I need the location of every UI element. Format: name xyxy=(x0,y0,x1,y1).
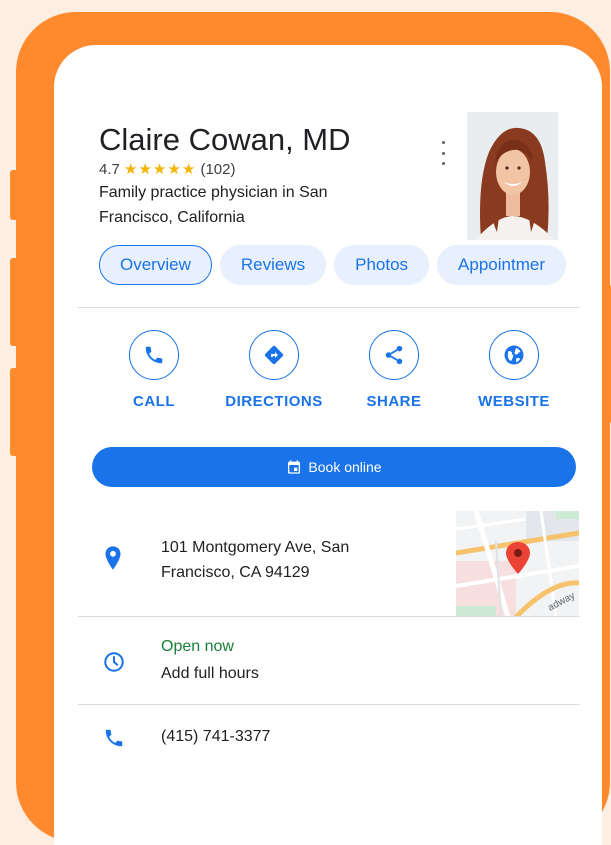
book-online-button[interactable]: Book online xyxy=(92,447,576,487)
address-text[interactable]: 101 Montgomery Ave, San Francisco, CA 94… xyxy=(161,535,391,585)
divider xyxy=(78,307,580,308)
phone-number[interactable]: (415) 741-3377 xyxy=(161,728,270,746)
call-label: CALL xyxy=(133,393,175,410)
tab-appointments[interactable]: Appointmer xyxy=(437,245,566,285)
action-row: CALL DIRECTIONS SHARE WEBSITE xyxy=(94,330,574,410)
share-label: SHARE xyxy=(366,393,422,410)
doctor-description: Family practice physician in San Francis… xyxy=(99,184,328,226)
call-button[interactable]: CALL xyxy=(94,330,214,410)
doctor-name: Claire Cowan, MD xyxy=(99,122,351,157)
rating-row: 4.7 ★★★★★ (102) xyxy=(99,160,235,178)
website-button[interactable]: WEBSITE xyxy=(454,330,574,410)
directions-button[interactable]: DIRECTIONS xyxy=(214,330,334,410)
rating-value: 4.7 xyxy=(99,161,120,178)
divider xyxy=(78,704,580,705)
globe-icon xyxy=(489,330,539,380)
tab-overview[interactable]: Overview xyxy=(99,245,212,285)
share-button[interactable]: SHARE xyxy=(334,330,454,410)
more-options-icon[interactable] xyxy=(436,141,450,165)
star-rating-icon: ★★★★★ xyxy=(124,161,197,178)
map-thumbnail[interactable]: adway xyxy=(456,511,579,617)
tab-bar: Overview Reviews Photos Appointmer xyxy=(99,245,566,285)
directions-label: DIRECTIONS xyxy=(225,393,323,410)
tab-photos[interactable]: Photos xyxy=(334,245,430,285)
doctor-photo[interactable] xyxy=(467,112,558,240)
review-count[interactable]: (102) xyxy=(200,161,235,178)
tab-reviews[interactable]: Reviews xyxy=(219,245,327,285)
share-icon xyxy=(369,330,419,380)
phone-icon xyxy=(129,330,179,380)
phone-frame: Claire Cowan, MD 4.7 ★★★★★ (102) Family … xyxy=(16,12,610,845)
calendar-icon xyxy=(288,460,301,474)
website-label: WEBSITE xyxy=(478,393,550,410)
phone-screen: Claire Cowan, MD 4.7 ★★★★★ (102) Family … xyxy=(54,45,602,845)
phone-icon xyxy=(103,727,125,754)
location-pin-icon xyxy=(103,545,123,576)
directions-icon xyxy=(249,330,299,380)
clock-icon xyxy=(103,651,125,678)
open-status: Open now xyxy=(161,638,234,655)
add-hours-link[interactable]: Add full hours xyxy=(161,665,259,683)
divider xyxy=(78,616,580,617)
book-online-label: Book online xyxy=(308,459,382,475)
